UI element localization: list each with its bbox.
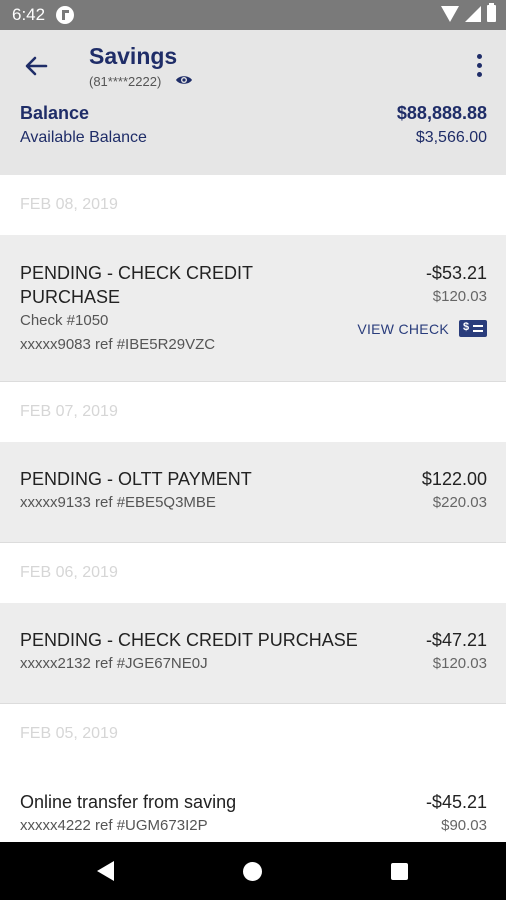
date-header: FEB 05, 2019 [0, 704, 506, 764]
view-check-label: VIEW CHECK [357, 320, 449, 337]
transaction-reference: xxxxx9133 ref #EBE5Q3MBE [20, 494, 216, 511]
signal-icon [465, 5, 481, 22]
transaction-description: Online transfer from saving [20, 792, 237, 812]
transaction-item[interactable]: PENDING - CHECK CREDIT PURCHASE xxxxx213… [0, 603, 506, 704]
transaction-reference: xxxxx2132 ref #JGE67NE0J [20, 655, 208, 672]
balance-label: Balance [20, 103, 90, 123]
transaction-list[interactable]: FEB 08, 2019 PENDING - CHECK CREDIT PURC… [0, 175, 506, 842]
transaction-reference: xxxxx4222 ref #UGM673I2P [20, 817, 208, 834]
date-header: FEB 06, 2019 [0, 543, 506, 603]
transaction-description: PENDING - OLTT PAYMENT [20, 469, 252, 489]
date-header: FEB 08, 2019 [0, 175, 506, 235]
nav-home-icon[interactable] [243, 862, 262, 881]
battery-icon [487, 3, 496, 22]
transaction-amount: -$45.21 [425, 792, 487, 812]
transaction-description: PENDING - CHECK CREDIT [20, 263, 254, 283]
nav-back-icon[interactable] [97, 861, 114, 881]
transaction-item[interactable]: Online transfer from saving xxxxx4222 re… [0, 764, 506, 842]
arrow-left-icon [25, 56, 48, 76]
transaction-description: PENDING - CHECK CREDIT PURCHASE [20, 630, 358, 650]
nav-recents-icon[interactable] [391, 863, 408, 880]
transaction-amount: -$47.21 [425, 630, 487, 650]
transaction-reference: xxxxx9083 ref #IBE5R29VZC [20, 336, 216, 353]
view-check-button[interactable]: VIEW CHECK $ [357, 320, 487, 337]
balance-value: $88,888.88 [396, 103, 487, 123]
running-balance: $120.03 [432, 655, 487, 672]
status-bar: 6:42 [0, 0, 506, 30]
system-navigation-bar [0, 842, 506, 900]
available-balance-label: Available Balance [20, 129, 147, 146]
running-balance: $90.03 [441, 817, 487, 834]
running-balance: $220.03 [432, 494, 487, 511]
back-button[interactable] [16, 52, 56, 80]
eye-icon[interactable] [175, 72, 193, 88]
page-title: Savings [89, 43, 178, 69]
transaction-amount: $122.00 [421, 469, 487, 489]
transaction-amount: -$53.21 [425, 263, 487, 283]
more-vert-icon [476, 53, 482, 59]
status-icons [441, 3, 496, 22]
more-options-button[interactable] [468, 50, 490, 80]
check-icon: $ [459, 320, 487, 337]
transaction-item[interactable]: PENDING - CHECK CREDIT PURCHASE Check #1… [0, 235, 506, 382]
available-balance-value: $3,566.00 [415, 129, 487, 146]
date-header: FEB 07, 2019 [0, 382, 506, 442]
transaction-description-cont: PURCHASE [20, 287, 121, 307]
wifi-icon [441, 5, 459, 22]
account-number: (81****2222) [89, 74, 162, 89]
check-number: Check #1050 [20, 312, 109, 329]
transaction-item[interactable]: PENDING - OLTT PAYMENT xxxxx9133 ref #EB… [0, 442, 506, 543]
running-balance: $120.03 [432, 288, 487, 305]
status-time: 6:42 [12, 5, 46, 24]
account-header: Savings (81****2222) Balance $88,888.88 … [0, 30, 506, 175]
app-notification-icon [56, 6, 74, 24]
